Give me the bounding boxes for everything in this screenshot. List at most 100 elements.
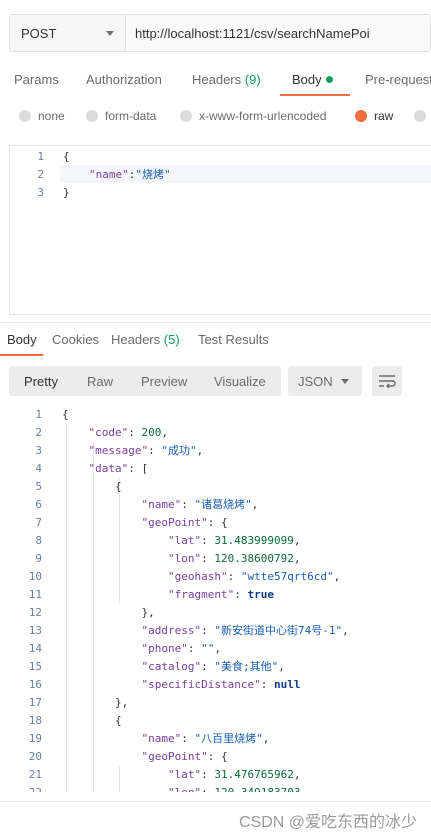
- code-token: ,: [333, 570, 341, 583]
- view-raw-button[interactable]: Raw: [87, 374, 113, 389]
- line-number: 17: [28, 696, 42, 709]
- code-token: },: [141, 606, 155, 619]
- code-token: "lat": [168, 534, 202, 547]
- line-number: 13: [28, 624, 42, 637]
- code-line: "geoPoint": {: [142, 514, 228, 532]
- code-line: "catalog": "美食;其他",: [142, 658, 285, 676]
- code-token: "成功": [161, 444, 197, 457]
- radio-binary[interactable]: bi: [414, 109, 431, 123]
- view-mode-toolbar: Pretty Raw Preview Visualize: [9, 366, 281, 396]
- code-line: },: [115, 694, 128, 712]
- tab-authorization[interactable]: Authorization: [86, 72, 162, 87]
- code-line: "lon": 120.38600792,: [168, 550, 300, 568]
- code-token: "phone": [141, 642, 188, 655]
- code-line: "geoPoint": {: [142, 748, 228, 766]
- radio-x-www-form-urlencoded[interactable]: x-www-form-urlencoded: [180, 109, 326, 123]
- code-token: true: [247, 588, 274, 601]
- code-token: ,: [300, 786, 307, 792]
- line-number: 5: [35, 480, 42, 493]
- chevron-down-icon: [106, 30, 114, 36]
- code-token: :: [201, 768, 215, 781]
- code-token: ,: [293, 768, 301, 781]
- code-line: "lat": 31.483999099,: [168, 532, 300, 550]
- tab-headers[interactable]: Headers (9): [192, 72, 261, 87]
- code-token: ,: [293, 552, 301, 565]
- code-token: :: [187, 642, 202, 655]
- response-body-viewer[interactable]: 1 {2 "code": 200, 3 "message": "成功", 4 "data":…: [0, 404, 431, 792]
- code-line: "address": "新安街道中心街74号-1",: [142, 622, 349, 640]
- line-number: 7: [35, 516, 42, 529]
- tab-test-results[interactable]: Test Results: [198, 332, 269, 347]
- code-line: },: [142, 604, 155, 622]
- view-visualize-button[interactable]: Visualize: [214, 374, 266, 389]
- indent-guide: [92, 442, 94, 792]
- radio-circle-icon: [86, 110, 98, 122]
- code-line: "lon": 120.349183703,: [168, 784, 307, 792]
- code-line: "fragment": true: [168, 586, 274, 604]
- code-token: :: [201, 552, 215, 565]
- code-token: {: [62, 408, 69, 421]
- code-token: ,: [251, 498, 259, 511]
- line-number: 12: [28, 606, 42, 619]
- code-line: "code": 200,: [89, 424, 169, 442]
- code-token: ,: [196, 444, 204, 457]
- view-preview-button[interactable]: Preview: [141, 374, 187, 389]
- line-number: 4: [35, 462, 42, 475]
- line-number: 15: [28, 660, 42, 673]
- tab-cookies[interactable]: Cookies: [52, 332, 99, 347]
- indent-guide: [66, 424, 67, 792]
- indent-guide: [119, 766, 120, 792]
- radio-circle-icon: [19, 110, 31, 122]
- method-label: POST: [21, 25, 57, 41]
- code-token: "wtte57qrt6cd": [240, 570, 334, 583]
- code-line: "message": "成功",: [89, 442, 204, 460]
- code-token: ,: [342, 624, 349, 637]
- code-line: "phone": "",: [142, 640, 221, 658]
- line-number: 10: [28, 570, 42, 583]
- code-token: "lon": [168, 552, 202, 565]
- line-number: 1: [35, 408, 42, 421]
- code-token: {: [115, 714, 122, 727]
- code-token: "address": [141, 624, 202, 637]
- url-input[interactable]: http://localhost:1121/csv/searchNamePoi: [126, 15, 430, 51]
- format-select[interactable]: JSON: [288, 366, 362, 396]
- code-token: :: [128, 426, 142, 439]
- code-token: "lon": [168, 786, 201, 792]
- line-number: 2: [37, 168, 44, 181]
- code-token: 120.349183703: [214, 786, 300, 792]
- code-line: "lat": 31.476765962,: [168, 766, 300, 784]
- method-select[interactable]: POST: [10, 15, 126, 51]
- code-token: :: [260, 678, 274, 691]
- pane-divider[interactable]: [0, 322, 431, 323]
- headers-count: (9): [244, 72, 261, 87]
- view-pretty-button[interactable]: Pretty: [24, 374, 58, 389]
- request-body-editor[interactable]: 1 { 2 "name":"烧烤" 3 }: [9, 145, 431, 315]
- tab-response-body[interactable]: Body: [7, 332, 37, 347]
- tab-body[interactable]: Body: [292, 72, 333, 87]
- code-token: ,: [293, 534, 301, 547]
- tab-params[interactable]: Params: [14, 72, 59, 87]
- tab-response-headers[interactable]: Headers (5): [111, 332, 180, 347]
- code-line: {: [62, 406, 69, 424]
- line-number: 3: [37, 186, 44, 199]
- code-token: ,: [161, 426, 168, 439]
- code-token: "fragment": [168, 588, 235, 601]
- tab-pre-request[interactable]: Pre-request: [365, 72, 431, 87]
- wrap-lines-button[interactable]: [372, 366, 402, 396]
- body-modified-dot-icon: [325, 76, 333, 84]
- code-token: 31.483999099: [214, 534, 294, 547]
- code-line: "data": [: [89, 460, 149, 478]
- code-token: : {: [207, 750, 228, 763]
- line-number: 21: [28, 768, 42, 781]
- radio-form-data[interactable]: form-data: [86, 109, 156, 123]
- code-line: "name": "诸葛烧烤",: [142, 496, 259, 514]
- radio-raw[interactable]: raw: [355, 109, 393, 123]
- line-number: 11: [28, 588, 42, 601]
- active-response-tab-indicator: [0, 354, 43, 356]
- code-token: :: [201, 660, 215, 673]
- line-number: 20: [28, 750, 42, 763]
- line-number: 19: [28, 732, 42, 745]
- code-token: :: [201, 786, 214, 792]
- radio-none[interactable]: none: [19, 109, 65, 123]
- code-token: :: [201, 534, 215, 547]
